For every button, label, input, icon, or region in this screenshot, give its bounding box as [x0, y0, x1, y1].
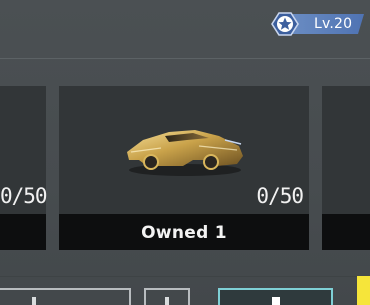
- item-count: 0/50: [256, 184, 304, 208]
- item-card-left[interactable]: 0/50: [0, 86, 48, 250]
- item-card-right[interactable]: [322, 86, 370, 250]
- item-count: 0/50: [0, 184, 48, 208]
- header-divider: [0, 58, 370, 59]
- card-footer: [322, 214, 370, 250]
- action-button-middle[interactable]: [144, 288, 190, 305]
- star-emblem-icon: [271, 12, 299, 36]
- yellow-action-edge[interactable]: [357, 276, 370, 305]
- level-text: Lv.20: [314, 16, 353, 32]
- card-footer: [0, 214, 46, 250]
- game-screen: Lv.20 0/50 0/50 Owned 1: [0, 0, 370, 305]
- item-card-gold-car[interactable]: 0/50 Owned 1: [59, 86, 309, 250]
- gold-sports-car-image: [127, 130, 243, 176]
- footer-divider: [0, 276, 370, 277]
- button-glyph: [32, 297, 36, 305]
- card-footer: Owned 1: [59, 214, 309, 250]
- action-button-left[interactable]: [0, 288, 131, 305]
- button-glyph: [272, 297, 280, 305]
- button-glyph: [165, 297, 169, 305]
- action-button-highlight[interactable]: [218, 288, 333, 305]
- level-badge: Lv.20: [270, 11, 366, 37]
- owned-status: Owned 1: [141, 223, 227, 243]
